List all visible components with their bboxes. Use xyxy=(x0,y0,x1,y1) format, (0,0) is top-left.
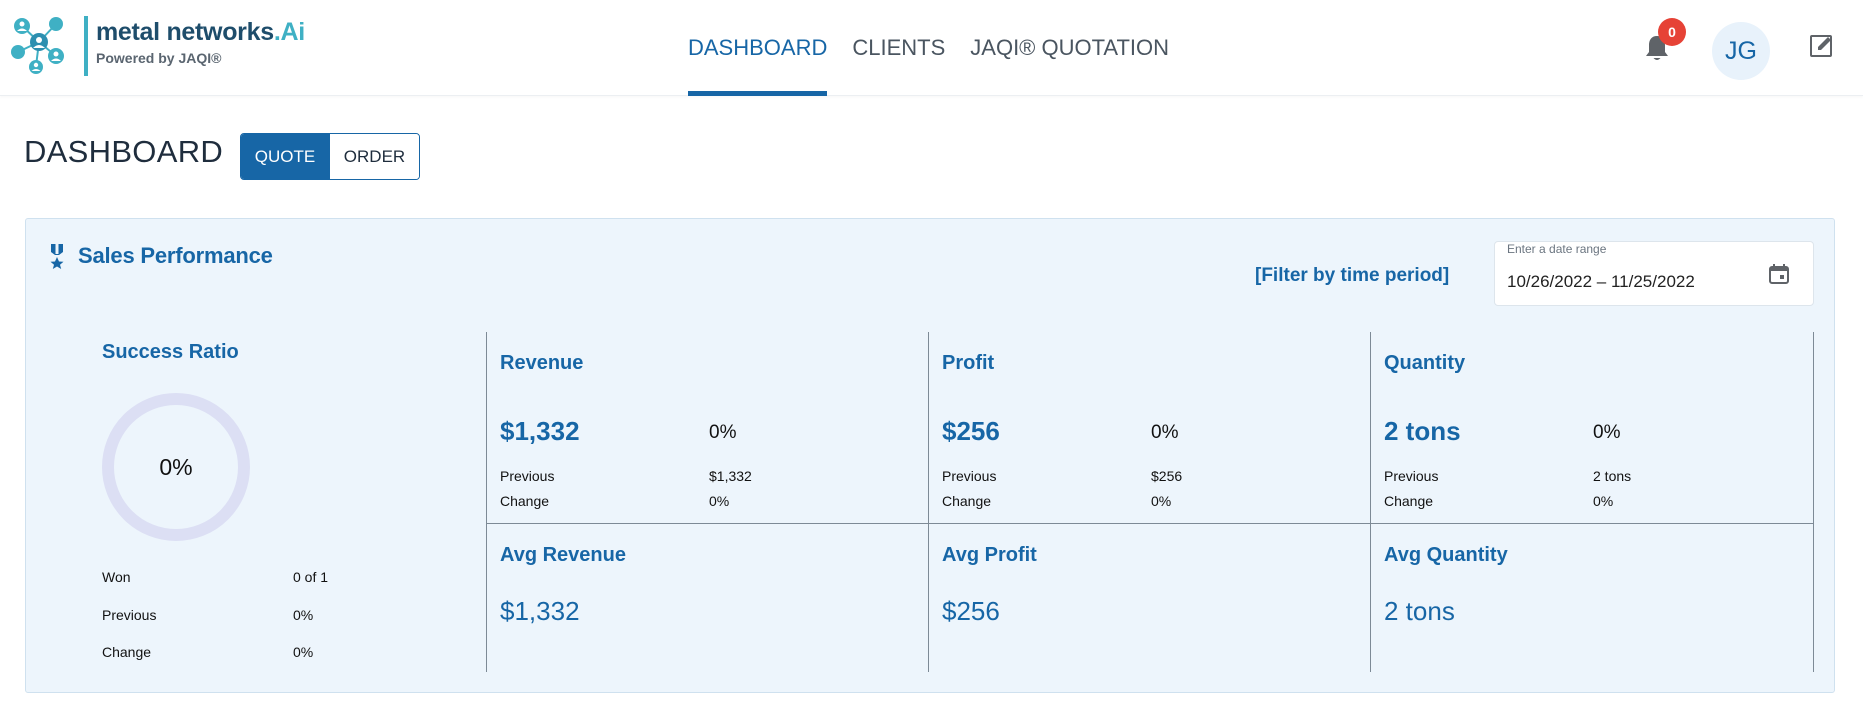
metric-title: Quantity xyxy=(1384,352,1466,374)
avg-metric-value: $256 xyxy=(942,596,1000,626)
metric-change-label: Change xyxy=(1384,493,1434,509)
avg-metric-title: Avg Quantity xyxy=(1384,544,1508,566)
calendar-icon[interactable] xyxy=(1768,263,1790,285)
nav-jaqi-quotation[interactable]: JAQI® QUOTATION xyxy=(970,0,1169,96)
panel-title: Sales Performance xyxy=(78,243,273,268)
metric-title: Profit xyxy=(942,352,995,374)
success-ratio-value: 0% xyxy=(159,453,193,480)
logo-text: metal networks.Ai Powered by JAQI® xyxy=(96,18,305,66)
metric-percent: 0% xyxy=(709,422,737,443)
page-title: DASHBOARD xyxy=(24,134,224,169)
quote-order-toggle: QUOTE ORDER xyxy=(240,133,420,180)
metric-previous-label: Previous xyxy=(1384,468,1439,484)
avg-metric-title: Avg Profit xyxy=(942,544,1037,566)
network-logo-icon xyxy=(11,17,64,74)
metric-previous-value: 2 tons xyxy=(1593,468,1632,484)
metric-value: $1,332 xyxy=(500,416,580,446)
notification-badge: 0 xyxy=(1658,18,1686,46)
won-value: 0 of 1 xyxy=(293,569,329,585)
won-label: Won xyxy=(102,569,131,585)
brand-logo[interactable]: metal networks.Ai Powered by JAQI® xyxy=(8,12,308,82)
medal-icon xyxy=(50,244,64,269)
brand-name-text: metal networks xyxy=(96,18,274,46)
grid-divider xyxy=(487,523,1814,524)
edit-note-icon[interactable] xyxy=(1808,32,1836,60)
avg-metric-title: Avg Revenue xyxy=(500,544,626,566)
metric-percent: 0% xyxy=(1593,422,1621,443)
panel-header: Sales Performance xyxy=(48,243,273,269)
quote-toggle-button[interactable]: QUOTE xyxy=(241,134,329,179)
date-range-field[interactable]: Enter a date range 10/26/2022 – 11/25/20… xyxy=(1494,241,1814,306)
metric-change-label: Change xyxy=(942,493,992,509)
metric-value: 2 tons xyxy=(1384,416,1461,446)
metric-title: Revenue xyxy=(500,352,584,374)
sales-performance-panel: Sales Performance [Filter by time period… xyxy=(25,218,1835,693)
brand-subtitle: Powered by JAQI® xyxy=(96,50,222,66)
main-nav: DASHBOARD CLIENTS JAQI® QUOTATION xyxy=(688,0,1194,96)
user-avatar[interactable]: JG xyxy=(1712,22,1770,80)
metric-previous-label: Previous xyxy=(500,468,555,484)
metric-previous-value: $1,332 xyxy=(709,468,752,484)
metric-change-value: 0% xyxy=(1593,493,1614,509)
grid-divider xyxy=(1370,332,1371,672)
metrics-grid: Revenue $1,332 0% Previous $1,332 Change… xyxy=(486,332,1814,672)
date-range-label: Enter a date range xyxy=(1507,242,1607,256)
metric-change-value: 0% xyxy=(1151,493,1172,509)
metric-change-label: Change xyxy=(500,493,550,509)
order-toggle-button[interactable]: ORDER xyxy=(329,134,419,179)
logo-divider xyxy=(84,16,88,76)
metric-percent: 0% xyxy=(1151,422,1179,443)
nav-dashboard[interactable]: DASHBOARD xyxy=(688,0,828,96)
brand-name: metal networks.Ai xyxy=(96,18,305,47)
change-value: 0% xyxy=(293,644,314,660)
avg-metric-value: 2 tons xyxy=(1384,596,1455,626)
brand-name-suffix: .Ai xyxy=(273,18,305,46)
metric-previous-value: $256 xyxy=(1151,468,1183,484)
success-ratio-title: Success Ratio xyxy=(102,341,239,363)
filter-by-time-period-link[interactable]: [Filter by time period] xyxy=(1255,265,1449,287)
metric-value: $256 xyxy=(942,416,1000,446)
metric-previous-label: Previous xyxy=(942,468,997,484)
grid-divider xyxy=(928,332,929,672)
change-label: Change xyxy=(102,644,152,660)
top-header: metal networks.Ai Powered by JAQI® DASHB… xyxy=(0,0,1863,96)
date-range-value: 10/26/2022 – 11/25/2022 xyxy=(1507,272,1695,291)
previous-label: Previous xyxy=(102,607,157,623)
nav-clients[interactable]: CLIENTS xyxy=(852,0,945,96)
previous-value: 0% xyxy=(293,607,314,623)
metric-change-value: 0% xyxy=(709,493,730,509)
avg-metric-value: $1,332 xyxy=(500,596,580,626)
